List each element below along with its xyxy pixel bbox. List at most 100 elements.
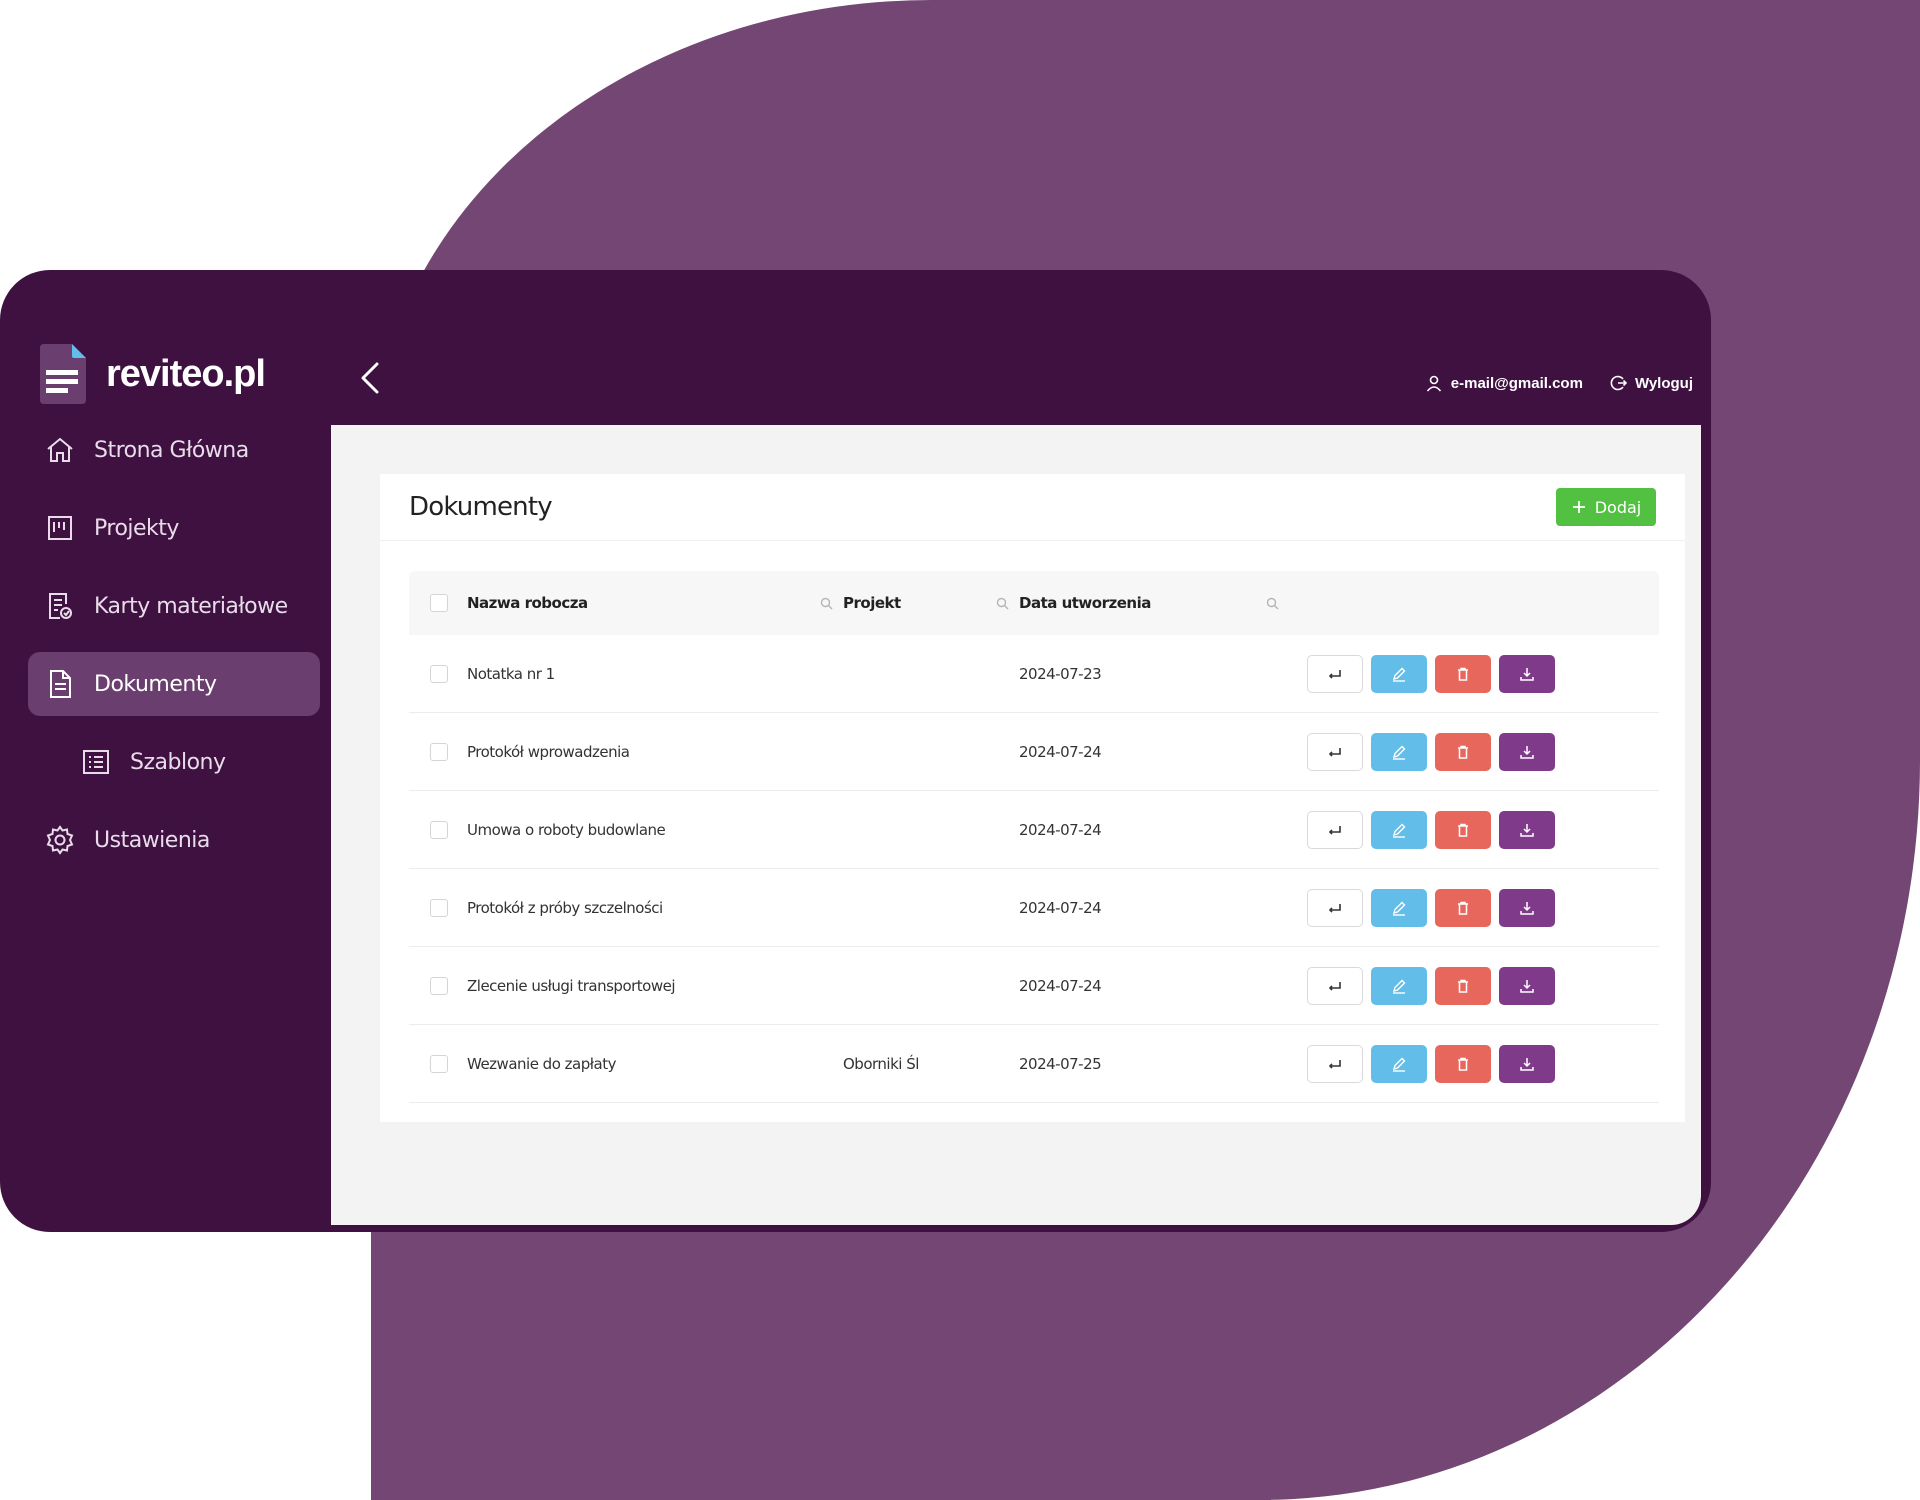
download-button[interactable] xyxy=(1499,1044,1555,1083)
download-icon xyxy=(1520,901,1534,915)
logout-button[interactable]: Wyloguj xyxy=(1609,374,1693,392)
edit-button[interactable] xyxy=(1371,1044,1427,1083)
row-checkbox[interactable] xyxy=(430,1054,448,1073)
open-button[interactable] xyxy=(1307,1044,1363,1083)
pencil-icon xyxy=(1392,823,1406,838)
edit-button[interactable] xyxy=(1371,810,1427,849)
delete-button[interactable] xyxy=(1435,810,1491,849)
trash-icon xyxy=(1458,745,1468,759)
app-window: reviteo.pl Strona Główna Projekty Karty … xyxy=(0,270,1711,1232)
logo-document-icon xyxy=(40,344,86,404)
trash-icon xyxy=(1458,979,1468,993)
card-header: Dokumenty Dodaj xyxy=(380,474,1685,541)
user-email: e-mail@gmail.com xyxy=(1450,374,1583,392)
download-icon xyxy=(1520,745,1534,759)
document-date: 2024-07-23 xyxy=(1019,664,1102,683)
column-header-project[interactable]: Projekt xyxy=(843,594,901,612)
topbar-user-area: e-mail@gmail.com Wyloguj xyxy=(1425,374,1693,392)
trash-icon xyxy=(1458,1057,1468,1071)
sidebar-item-label: Szablony xyxy=(130,749,226,775)
brand-name: reviteo.pl xyxy=(106,352,266,395)
return-arrow-icon xyxy=(1328,903,1341,913)
document-name: Protokół z próby szczelności xyxy=(467,898,663,917)
logout-label: Wyloguj xyxy=(1634,374,1693,392)
row-checkbox[interactable] xyxy=(430,742,448,761)
document-name: Notatka nr 1 xyxy=(467,664,555,683)
gear-icon xyxy=(44,824,76,856)
open-button[interactable] xyxy=(1307,966,1363,1005)
download-button[interactable] xyxy=(1499,888,1555,927)
sidebar-item-karty-materialowe[interactable]: Karty materiałowe xyxy=(28,574,320,638)
sidebar-item-ustawienia[interactable]: Ustawienia xyxy=(28,808,320,872)
open-button[interactable] xyxy=(1307,888,1363,927)
delete-button[interactable] xyxy=(1435,1044,1491,1083)
row-checkbox[interactable] xyxy=(430,976,448,995)
brand-logo[interactable]: reviteo.pl xyxy=(40,344,266,404)
edit-button[interactable] xyxy=(1371,888,1427,927)
search-icon[interactable] xyxy=(996,597,1009,610)
document-name: Protokół wprowadzenia xyxy=(467,742,630,761)
pencil-icon xyxy=(1392,979,1406,994)
search-icon[interactable] xyxy=(1266,597,1279,610)
pencil-icon xyxy=(1392,901,1406,916)
table-row[interactable]: Protokół z próby szczelności 2024-07-24 xyxy=(409,869,1659,947)
row-checkbox[interactable] xyxy=(430,820,448,839)
select-all-checkbox[interactable] xyxy=(430,594,448,612)
document-name: Zlecenie usługi transportowej xyxy=(467,976,676,995)
return-arrow-icon xyxy=(1328,669,1341,679)
delete-button[interactable] xyxy=(1435,654,1491,693)
document-date: 2024-07-24 xyxy=(1019,976,1102,995)
search-icon[interactable] xyxy=(820,597,833,610)
document-project: Oborniki Śl xyxy=(843,1054,919,1073)
open-button[interactable] xyxy=(1307,732,1363,771)
download-button[interactable] xyxy=(1499,810,1555,849)
sidebar-item-szablony[interactable]: Szablony xyxy=(28,730,320,794)
download-button[interactable] xyxy=(1499,966,1555,1005)
sidebar-item-strona-glowna[interactable]: Strona Główna xyxy=(28,418,320,482)
column-header-name[interactable]: Nazwa robocza xyxy=(467,594,588,612)
document-date: 2024-07-24 xyxy=(1019,742,1102,761)
background-shape-lower xyxy=(371,1200,1271,1500)
edit-button[interactable] xyxy=(1371,732,1427,771)
delete-button[interactable] xyxy=(1435,732,1491,771)
table-row[interactable]: Umowa o roboty budowlane 2024-07-24 xyxy=(409,791,1659,869)
add-button-label: Dodaj xyxy=(1594,497,1642,517)
edit-button[interactable] xyxy=(1371,966,1427,1005)
table-row[interactable]: Wezwanie do zapłaty Oborniki Śl 2024-07-… xyxy=(409,1025,1659,1103)
return-arrow-icon xyxy=(1328,747,1341,757)
edit-button[interactable] xyxy=(1371,654,1427,693)
document-icon xyxy=(44,668,76,700)
document-date: 2024-07-24 xyxy=(1019,820,1102,839)
table-row[interactable]: Zlecenie usługi transportowej 2024-07-24 xyxy=(409,947,1659,1025)
table-header: Nazwa robocza Projekt Data utworzenia xyxy=(409,571,1659,635)
delete-button[interactable] xyxy=(1435,966,1491,1005)
column-header-date[interactable]: Data utworzenia xyxy=(1019,594,1151,612)
open-button[interactable] xyxy=(1307,810,1363,849)
template-list-icon xyxy=(80,746,112,778)
plus-icon xyxy=(1572,501,1585,513)
pencil-icon xyxy=(1392,745,1406,760)
open-button[interactable] xyxy=(1307,654,1363,693)
row-checkbox[interactable] xyxy=(430,898,448,917)
main-content: Dokumenty Dodaj Nazwa robocza Projekt Da… xyxy=(331,425,1701,1225)
return-arrow-icon xyxy=(1328,825,1341,835)
sidebar-nav: Strona Główna Projekty Karty materiałowe… xyxy=(28,418,320,886)
pencil-icon xyxy=(1392,667,1406,682)
trash-icon xyxy=(1458,667,1468,681)
pencil-icon xyxy=(1392,1057,1406,1072)
download-icon xyxy=(1520,1057,1534,1071)
row-checkbox[interactable] xyxy=(430,664,448,683)
table-row[interactable]: Protokół wprowadzenia 2024-07-24 xyxy=(409,713,1659,791)
collapse-sidebar-button[interactable] xyxy=(355,358,385,398)
add-document-button[interactable]: Dodaj xyxy=(1556,488,1656,526)
return-arrow-icon xyxy=(1328,1059,1341,1069)
document-name: Umowa o roboty budowlane xyxy=(467,820,666,839)
download-button[interactable] xyxy=(1499,654,1555,693)
sidebar-item-projekty[interactable]: Projekty xyxy=(28,496,320,560)
user-account-link[interactable]: e-mail@gmail.com xyxy=(1425,374,1583,392)
table-row[interactable]: Notatka nr 1 2024-07-23 xyxy=(409,635,1659,713)
sidebar-item-dokumenty[interactable]: Dokumenty xyxy=(28,652,320,716)
download-button[interactable] xyxy=(1499,732,1555,771)
document-name: Wezwanie do zapłaty xyxy=(467,1054,616,1073)
delete-button[interactable] xyxy=(1435,888,1491,927)
